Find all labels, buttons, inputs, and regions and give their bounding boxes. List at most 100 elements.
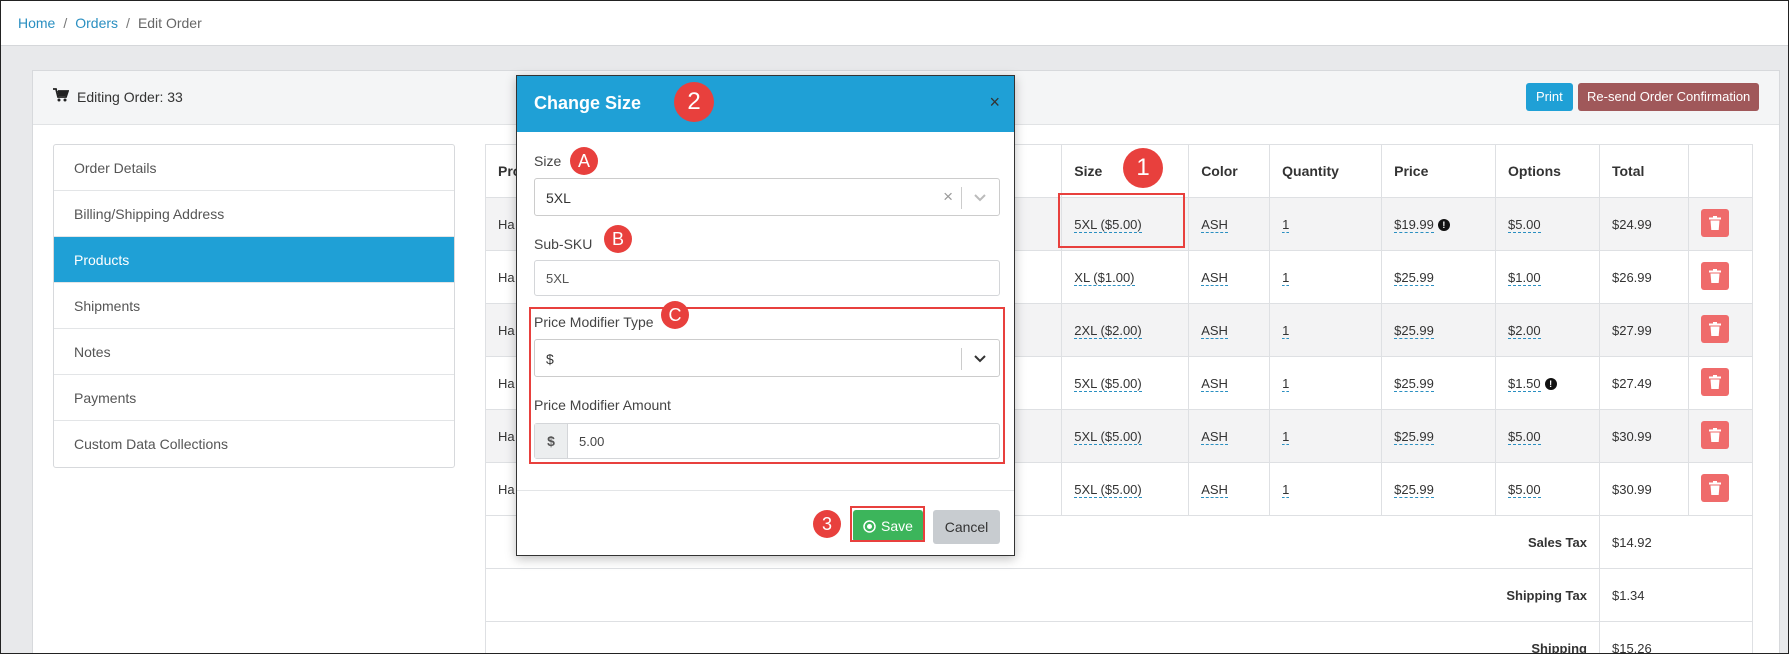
callout-3: 3 [813, 510, 841, 538]
sidebar-item-notes[interactable]: Notes [54, 329, 454, 375]
color-cell: ASH [1188, 197, 1271, 251]
quantity-cell: 1 [1269, 197, 1383, 251]
trash-icon [1708, 480, 1721, 495]
print-button[interactable]: Print [1526, 83, 1573, 111]
sidebar-item-payments[interactable]: Payments [54, 375, 454, 421]
highlight-price-modifier [529, 307, 1005, 464]
summary-row-shipping: Shipping $15.26 [485, 621, 1754, 653]
column-header-options: Options [1495, 144, 1600, 198]
quantity-cell: 1 [1269, 409, 1383, 463]
size-cell: 5XL ($5.00) [1061, 356, 1190, 410]
color-edit-link[interactable]: ASH [1201, 481, 1228, 498]
quantity-edit-link[interactable]: 1 [1282, 428, 1290, 445]
cancel-button[interactable]: Cancel [933, 510, 1000, 544]
delete-button[interactable] [1700, 473, 1729, 502]
clear-icon[interactable]: × [943, 187, 953, 207]
quantity-cell: 1 [1269, 303, 1383, 357]
quantity-edit-link[interactable]: 1 [1282, 481, 1290, 498]
column-header-quantity: Quantity [1269, 144, 1383, 198]
shipping-edit-link[interactable]: $15.26 [1611, 640, 1652, 653]
price-edit-link[interactable]: $25.99 [1394, 375, 1434, 392]
actions-cell [1687, 356, 1754, 410]
size-cell: 5XL ($5.00) [1061, 462, 1190, 516]
price-cell: $25.99 [1381, 409, 1497, 463]
trash-icon [1708, 268, 1721, 283]
size-edit-link[interactable]: 5XL ($5.00) [1074, 375, 1142, 392]
delete-button[interactable] [1700, 261, 1729, 290]
top-bar: Home / Orders / Edit Order [1, 1, 1788, 46]
info-icon[interactable]: ! [1437, 219, 1450, 232]
total-cell: $26.99 [1598, 250, 1689, 304]
close-icon[interactable]: × [989, 92, 1000, 113]
shipping-tax-label: Shipping Tax [485, 568, 1600, 622]
chevron-down-icon[interactable] [973, 190, 987, 207]
options-cell: $1.50! [1495, 356, 1600, 410]
delete-button[interactable] [1700, 420, 1729, 449]
delete-button[interactable] [1700, 314, 1729, 343]
size-edit-link[interactable]: 2XL ($2.00) [1074, 322, 1142, 339]
color-edit-link[interactable]: ASH [1201, 216, 1228, 233]
size-edit-link[interactable]: XL ($1.00) [1074, 269, 1135, 286]
options-edit-link[interactable]: $5.00 [1508, 428, 1541, 445]
options-cell: $5.00 [1495, 409, 1600, 463]
price-edit-link[interactable]: $25.99 [1394, 322, 1434, 339]
color-edit-link[interactable]: ASH [1201, 269, 1228, 286]
actions-cell [1687, 250, 1754, 304]
breadcrumb-orders-link[interactable]: Orders [75, 15, 118, 31]
column-header-price: Price [1381, 144, 1497, 198]
price-edit-link[interactable]: $19.99 [1394, 216, 1434, 233]
size-cell: XL ($1.00) [1061, 250, 1190, 304]
size-edit-link[interactable]: 5XL ($5.00) [1074, 428, 1142, 445]
cart-icon [53, 88, 70, 105]
options-edit-link[interactable]: $2.00 [1508, 322, 1541, 339]
shipping-tax-value: $1.34 [1598, 568, 1754, 622]
highlight-size-cell [1058, 193, 1185, 248]
options-edit-link[interactable]: $5.00 [1508, 216, 1541, 233]
price-cell: $25.99 [1381, 462, 1497, 516]
size-edit-link[interactable]: 5XL ($5.00) [1074, 481, 1142, 498]
column-header-actions [1687, 144, 1754, 198]
price-cell: $25.99 [1381, 356, 1497, 410]
quantity-edit-link[interactable]: 1 [1282, 216, 1290, 233]
sidebar-item-products[interactable]: Products [54, 237, 454, 283]
shipping-label: Shipping [485, 621, 1600, 653]
options-edit-link[interactable]: $1.00 [1508, 269, 1541, 286]
size-select[interactable]: 5XL × [534, 178, 1000, 216]
total-cell: $30.99 [1598, 462, 1689, 516]
color-edit-link[interactable]: ASH [1201, 428, 1228, 445]
trash-icon [1708, 427, 1721, 442]
price-edit-link[interactable]: $25.99 [1394, 428, 1434, 445]
sidebar-item-billing-shipping[interactable]: Billing/Shipping Address [54, 191, 454, 237]
color-cell: ASH [1188, 409, 1271, 463]
quantity-edit-link[interactable]: 1 [1282, 322, 1290, 339]
sidebar-item-custom-data[interactable]: Custom Data Collections [54, 421, 454, 467]
options-edit-link[interactable]: $5.00 [1508, 481, 1541, 498]
subsku-input[interactable]: 5XL [534, 260, 1000, 296]
quantity-cell: 1 [1269, 462, 1383, 516]
size-select-value: 5XL [546, 190, 571, 206]
actions-cell [1687, 462, 1754, 516]
trash-icon [1708, 321, 1721, 336]
resend-confirmation-button[interactable]: Re-send Order Confirmation [1578, 83, 1760, 111]
sidebar-item-order-details[interactable]: Order Details [54, 145, 454, 191]
sidebar-item-shipments[interactable]: Shipments [54, 283, 454, 329]
options-cell: $5.00 [1495, 197, 1600, 251]
quantity-cell: 1 [1269, 250, 1383, 304]
breadcrumb-home-link[interactable]: Home [18, 15, 55, 31]
breadcrumb-separator: / [63, 15, 68, 31]
quantity-edit-link[interactable]: 1 [1282, 269, 1290, 286]
info-icon[interactable]: ! [1544, 378, 1557, 391]
quantity-edit-link[interactable]: 1 [1282, 375, 1290, 392]
total-cell: $27.99 [1598, 303, 1689, 357]
price-edit-link[interactable]: $25.99 [1394, 269, 1434, 286]
color-edit-link[interactable]: ASH [1201, 375, 1228, 392]
delete-button[interactable] [1700, 367, 1729, 396]
sales-tax-value: $14.92 [1598, 515, 1754, 569]
breadcrumb-separator: / [126, 15, 130, 31]
options-edit-link[interactable]: $1.50 [1508, 375, 1541, 392]
actions-cell [1687, 197, 1754, 251]
color-edit-link[interactable]: ASH [1201, 322, 1228, 339]
delete-button[interactable] [1700, 208, 1729, 237]
trash-icon [1708, 374, 1721, 389]
price-edit-link[interactable]: $25.99 [1394, 481, 1434, 498]
